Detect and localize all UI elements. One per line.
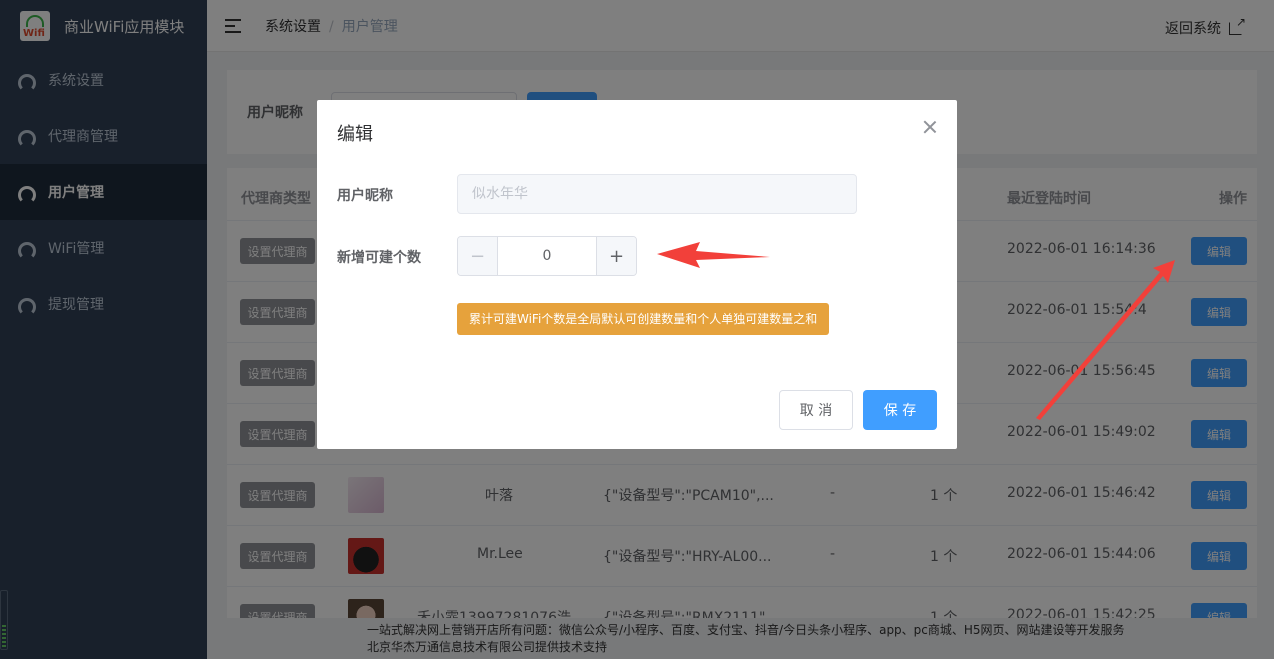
add-count-label: 新增可建个数 [337, 250, 421, 266]
cancel-button[interactable]: 取 消 [779, 390, 853, 430]
minus-icon[interactable]: − [458, 237, 498, 275]
save-button[interactable]: 保 存 [863, 390, 937, 430]
dialog-title: 编辑 [337, 124, 373, 145]
count-tip: 累计可建WiFi个数是全局默认可创建数量和个人单独可建数量之和 [457, 303, 830, 335]
edit-dialog: 编辑 用户昵称 似水年华 新增可建个数 − 0 + 累计可建WiFi个数是全局默… [317, 100, 957, 449]
add-count-input[interactable]: 0 [498, 237, 596, 275]
add-count-stepper: − 0 + [457, 236, 637, 276]
plus-icon[interactable]: + [596, 237, 636, 275]
nickname-label: 用户昵称 [337, 188, 393, 204]
close-icon[interactable] [923, 120, 937, 134]
nickname-field[interactable]: 似水年华 [457, 174, 857, 214]
